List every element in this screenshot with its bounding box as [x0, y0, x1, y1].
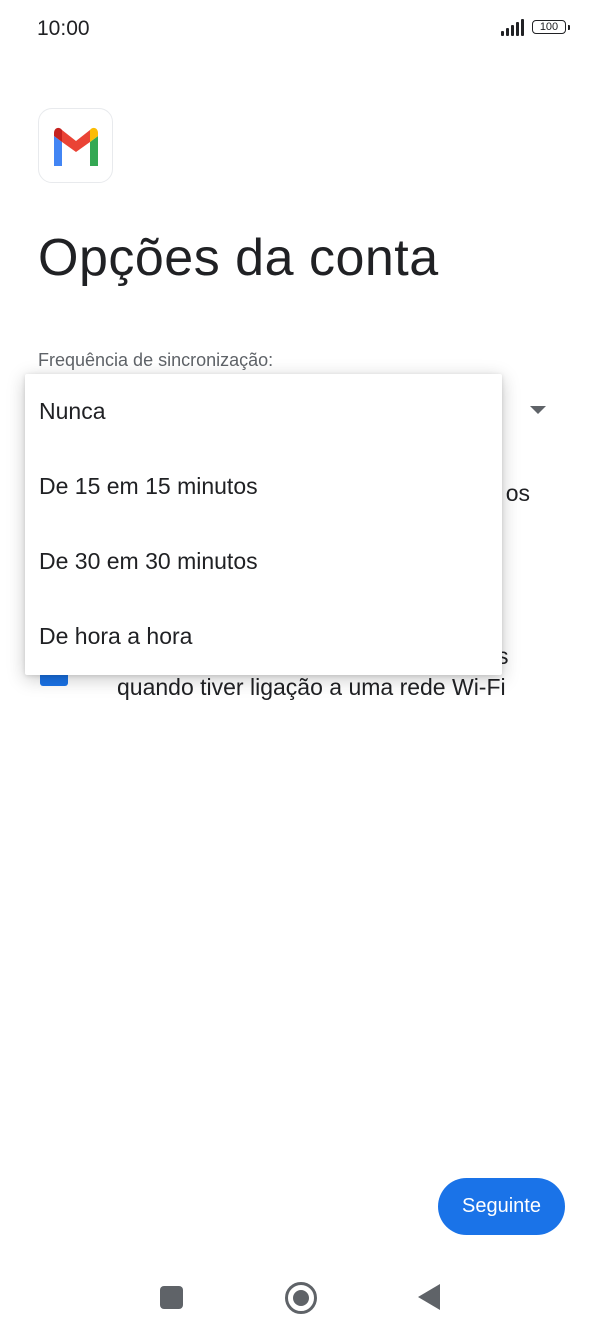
next-button[interactable]: Seguinte — [438, 1178, 565, 1235]
status-time: 10:00 — [37, 17, 90, 40]
signal-bars-icon — [501, 18, 524, 36]
battery-icon: 100 — [532, 20, 570, 34]
screen: 10:00 100 Opções da conta Frequência de … — [0, 0, 602, 1337]
recent-apps-icon[interactable] — [160, 1286, 183, 1309]
sync-frequency-dropdown: Nunca De 15 em 15 minutos De 30 em 30 mi… — [25, 374, 502, 675]
dropdown-item-hourly[interactable]: De hora a hora — [25, 599, 502, 674]
gmail-logo-svg — [53, 127, 98, 166]
dropdown-item-30-min[interactable]: De 30 em 30 minutos — [25, 524, 502, 599]
back-icon[interactable] — [418, 1284, 440, 1310]
status-icons: 100 — [501, 18, 570, 36]
battery-level: 100 — [539, 20, 559, 33]
gmail-logo-icon — [38, 108, 113, 183]
dropdown-item-never[interactable]: Nunca — [25, 374, 502, 449]
dropdown-item-15-min[interactable]: De 15 em 15 minutos — [25, 449, 502, 524]
dropdown-arrow-icon[interactable] — [530, 406, 546, 414]
wifi-only-label: quando tiver ligação a uma rede Wi-Fi — [117, 674, 506, 700]
page-title: Opções da conta — [38, 229, 439, 287]
sync-frequency-label: Frequência de sincronização: — [38, 350, 274, 370]
home-icon[interactable] — [285, 1282, 317, 1314]
